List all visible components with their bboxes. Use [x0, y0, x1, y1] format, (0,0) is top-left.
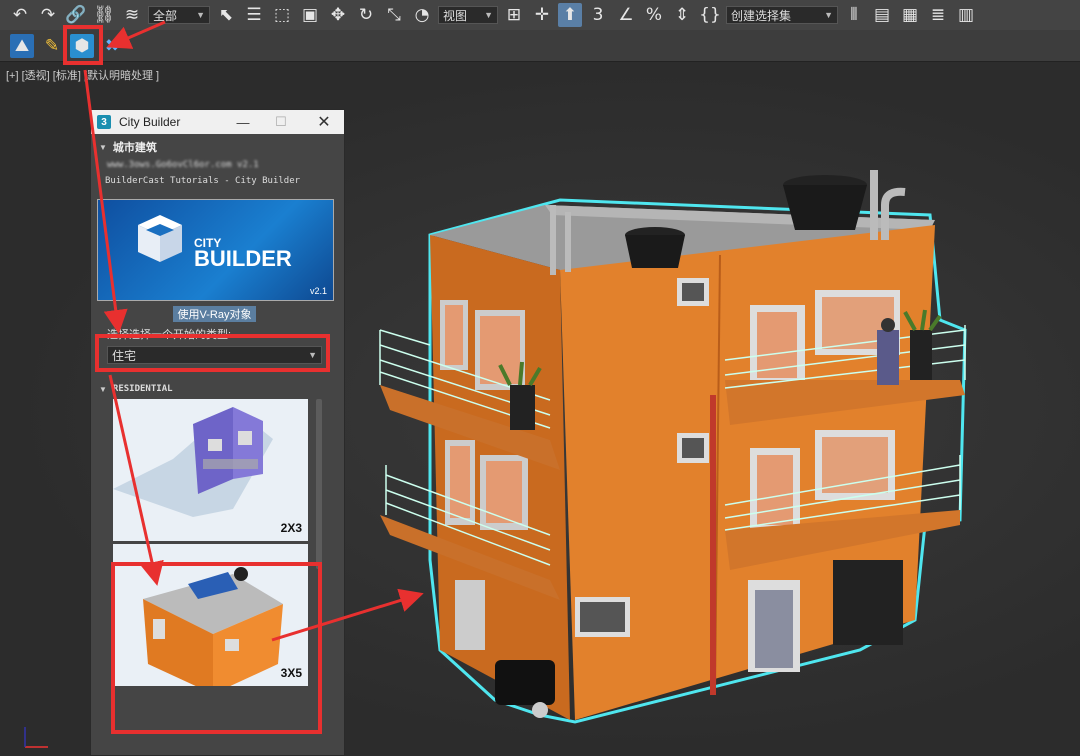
viewport-label[interactable]: [+] [透视] [标准] [默认明暗处理 ] [6, 67, 159, 83]
main-toolbar: ↶ ↷ 🔗 ⛓ ≋ 全部 ▼ ⬉ ☰ ⬚ ▣ ✥ ↻ ⤡ ◔ 视图 ▼ ⊞ ✛ ⬆ … [0, 0, 1080, 30]
building-thumbnail-3x5[interactable]: 3X5 [113, 544, 308, 686]
undo-icon[interactable]: ↶ [8, 3, 32, 27]
window-crossing-icon[interactable]: ▣ [298, 3, 322, 27]
orange-building-image [143, 567, 283, 686]
city-builder-window: 3 City Builder — ☐ ✕ ▼ 城市建筑 www.3ows.Go6… [90, 109, 345, 756]
bind-spacewarp-icon[interactable]: ≋ [120, 3, 144, 27]
reference-coord-dropdown[interactable]: 视图 ▼ [438, 6, 498, 24]
percent-snap-icon[interactable]: % [642, 3, 666, 27]
select-manipulate-icon[interactable]: ✛ [530, 3, 554, 27]
blurred-url: www.3ows.Go6ovCl6or.com v2.1 [107, 160, 259, 170]
thumbnail-scrollbar[interactable] [316, 399, 322, 569]
edit-named-sets-icon[interactable]: {} [698, 3, 722, 27]
layer-explorer-icon[interactable]: ▦ [898, 3, 922, 27]
use-vray-button[interactable]: 使用V-Ray对象 [173, 306, 256, 322]
credits-text: BuilderCast Tutorials - City Builder [105, 176, 301, 186]
close-icon[interactable]: ✕ [312, 112, 336, 132]
window-titlebar[interactable]: 3 City Builder — ☐ ✕ [91, 110, 344, 134]
cross-tool-icon[interactable]: ✖ [100, 34, 124, 58]
redo-icon[interactable]: ↷ [36, 3, 60, 27]
banner-version: v2.1 [309, 286, 327, 296]
move-icon[interactable]: ✥ [326, 3, 350, 27]
collapse-triangle-icon: ▼ [99, 142, 107, 152]
plugin-toolbar: ⛰ ✎ ⬢ ✖ [0, 30, 1080, 62]
align-icon[interactable]: ▤ [870, 3, 894, 27]
chevron-down-icon: ▼ [308, 350, 317, 360]
section-header-city[interactable]: ▼ 城市建筑 [91, 134, 344, 154]
snap-toggle-icon[interactable]: 3 [586, 3, 610, 27]
terrain-icon[interactable]: ⛰ [10, 33, 34, 58]
link-icon[interactable]: 🔗 [64, 3, 88, 27]
type-select-label: 选择选择一个开始的类型: [107, 329, 232, 341]
unlink-icon[interactable]: ⛓ [92, 3, 116, 27]
selection-filter-dropdown[interactable]: 全部 ▼ [148, 6, 210, 24]
thumbnail-label: 3X5 [280, 666, 302, 680]
placement-icon[interactable]: ◔ [410, 3, 434, 27]
building-type-select[interactable]: 住宅 ▼ [107, 346, 322, 364]
rect-selection-icon[interactable]: ⬚ [270, 3, 294, 27]
thumbnail-label: 2X3 [280, 521, 302, 535]
keyboard-shortcut-override-icon[interactable]: ⬆ [558, 3, 582, 27]
angle-snap-icon[interactable]: ∠ [614, 3, 638, 27]
minimize-icon[interactable]: — [231, 112, 255, 132]
window-title: City Builder [119, 115, 181, 129]
spinner-snap-icon[interactable]: ⇕ [670, 3, 694, 27]
city-builder-banner: CITY BUILDER v2.1 [97, 199, 334, 301]
pivot-center-icon[interactable]: ⊞ [502, 3, 526, 27]
toggle-ribbon-icon[interactable]: ≣ [926, 3, 950, 27]
maximize-icon[interactable]: ☐ [269, 112, 293, 132]
scale-icon[interactable]: ⤡ [382, 3, 406, 27]
app-icon: 3 [97, 115, 111, 129]
axis-tripod-icon [24, 727, 48, 748]
curve-editor-icon[interactable]: ▥ [954, 3, 978, 27]
banner-builder-text: BUILDER [194, 246, 292, 271]
building-thumbnails: 2X3 3X5 [113, 399, 313, 689]
select-by-name-icon[interactable]: ☰ [242, 3, 266, 27]
road-icon[interactable]: ✎ [40, 34, 64, 58]
collapse-triangle-icon: ▼ [99, 384, 107, 394]
rotate-icon[interactable]: ↻ [354, 3, 378, 27]
select-object-icon[interactable]: ⬉ [214, 3, 238, 27]
named-selection-set-dropdown[interactable]: 创建选择集 ▼ [726, 6, 838, 24]
section-header-residential[interactable]: ▼ RESIDENTIAL [91, 376, 354, 396]
purple-building-image [113, 407, 273, 517]
mirror-icon[interactable]: ⫴ [842, 3, 866, 27]
building-thumbnail-2x3[interactable]: 2X3 [113, 399, 308, 541]
city-builder-icon[interactable]: ⬢ [70, 33, 94, 58]
